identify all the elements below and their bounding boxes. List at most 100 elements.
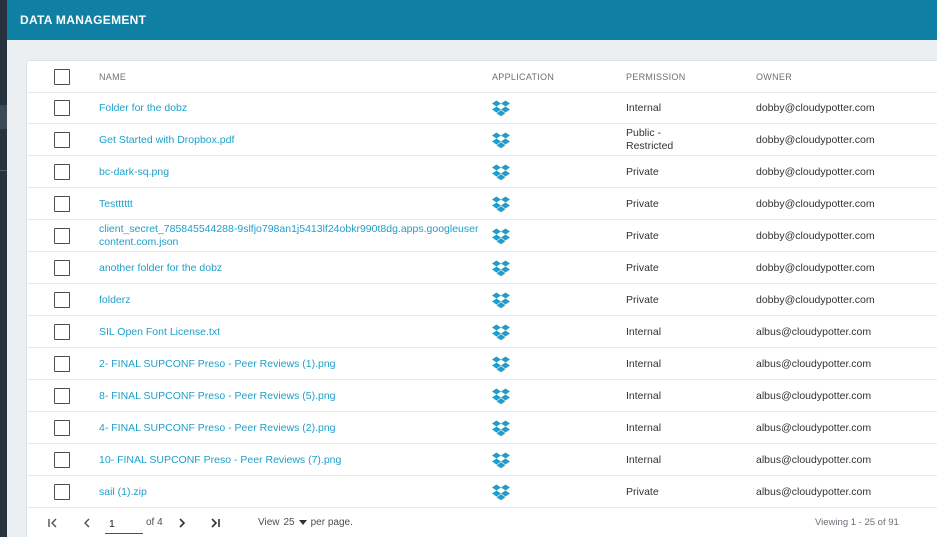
permission-cell: Private xyxy=(626,261,659,274)
owner-cell: albus@cloudypotter.com xyxy=(756,454,872,466)
side-nav-active-mark xyxy=(0,105,7,129)
file-name-link[interactable]: client_secret_785845544288-9slfjo798an1j… xyxy=(99,220,479,252)
application-cell xyxy=(492,92,532,124)
page-title: DATA MANAGEMENT xyxy=(20,13,147,27)
application-cell xyxy=(492,284,532,316)
row-checkbox[interactable] xyxy=(54,164,70,180)
table-row[interactable]: bc-dark-sq.png Private dobby@cloudypotter.… xyxy=(27,156,937,188)
application-cell xyxy=(492,156,532,188)
row-checkbox[interactable] xyxy=(54,452,70,468)
row-checkbox[interactable] xyxy=(54,228,70,244)
page-count-text: of 4 xyxy=(146,517,163,528)
table-row[interactable]: Folder for the dobz Internal dobby@cloudyp… xyxy=(27,92,937,124)
file-name-link[interactable]: folderz xyxy=(99,284,479,316)
application-cell xyxy=(492,380,532,412)
pagination-bar: of 4 View 25 per page. Viewing 1 - 25 of… xyxy=(27,509,937,537)
file-name-link[interactable]: 2- FINAL SUPCONF Preso - Peer Reviews (1… xyxy=(99,348,479,380)
column-header-application[interactable]: APPLICATION xyxy=(492,61,612,93)
permission-cell: Private xyxy=(626,197,659,210)
permission-cell: Internal xyxy=(626,389,662,402)
dropbox-icon xyxy=(492,483,510,501)
dropbox-icon xyxy=(492,355,510,373)
permission-cell: Public - Restricted xyxy=(626,127,674,152)
caret-down-icon xyxy=(298,520,307,525)
prev-page-icon[interactable] xyxy=(80,515,94,531)
file-name-link[interactable]: 10- FINAL SUPCONF Preso - Peer Reviews (… xyxy=(99,444,479,476)
row-checkbox[interactable] xyxy=(54,196,70,212)
owner-cell: dobby@cloudypotter.com xyxy=(756,134,875,146)
row-checkbox[interactable] xyxy=(54,260,70,276)
column-header-owner[interactable]: OWNER xyxy=(756,61,937,93)
table-header-row: NAME APPLICATION PERMISSION OWNER xyxy=(27,61,937,93)
file-name-link[interactable]: sail (1).zip xyxy=(99,476,479,508)
table-row[interactable]: 4- FINAL SUPCONF Preso - Peer Reviews (2… xyxy=(27,412,937,444)
permission-cell: Internal xyxy=(626,357,662,370)
file-name-link[interactable]: Testttttt xyxy=(99,188,479,220)
table-row[interactable]: 10- FINAL SUPCONF Preso - Peer Reviews (… xyxy=(27,444,937,476)
table-row[interactable]: client_secret_785845544288-9slfjo798an1j… xyxy=(27,220,937,252)
owner-cell: albus@cloudypotter.com xyxy=(756,486,872,498)
dropbox-icon xyxy=(492,387,510,405)
data-table-card: NAME APPLICATION PERMISSION OWNER Folder… xyxy=(26,60,937,537)
dropbox-icon xyxy=(492,99,510,117)
owner-cell: dobby@cloudypotter.com xyxy=(756,102,875,114)
application-cell xyxy=(492,316,532,348)
application-cell xyxy=(492,444,532,476)
permission-cell: Private xyxy=(626,165,659,178)
owner-cell: dobby@cloudypotter.com xyxy=(756,262,875,274)
permission-cell: Private xyxy=(626,485,659,498)
row-checkbox[interactable] xyxy=(54,388,70,404)
permission-cell: Private xyxy=(626,293,659,306)
first-page-icon[interactable] xyxy=(46,515,60,531)
dropbox-icon xyxy=(492,259,510,277)
row-checkbox[interactable] xyxy=(54,484,70,500)
row-checkbox[interactable] xyxy=(54,132,70,148)
next-page-icon[interactable] xyxy=(175,515,189,531)
file-name-link[interactable]: 8- FINAL SUPCONF Preso - Peer Reviews (5… xyxy=(99,380,479,412)
application-cell xyxy=(492,476,532,508)
select-all-checkbox[interactable] xyxy=(54,69,70,85)
row-checkbox[interactable] xyxy=(54,100,70,116)
side-nav-divider xyxy=(0,170,7,171)
row-checkbox[interactable] xyxy=(54,292,70,308)
permission-cell: Private xyxy=(626,229,659,242)
table-row[interactable]: Testttttt Private dobby@cloudypotter.com xyxy=(27,188,937,220)
table-row[interactable]: SIL Open Font License.txt Internal albus@c… xyxy=(27,316,937,348)
table-row[interactable]: sail (1).zip Private albus@cloudypotter.co… xyxy=(27,476,937,508)
dropbox-icon xyxy=(492,419,510,437)
table-row[interactable]: 2- FINAL SUPCONF Preso - Peer Reviews (1… xyxy=(27,348,937,380)
table-row[interactable]: another folder for the dobz Private dobby@… xyxy=(27,252,937,284)
table-row[interactable]: Get Started with Dropbox.pdf Public - Res… xyxy=(27,124,937,156)
permission-cell: Internal xyxy=(626,325,662,338)
dropbox-icon xyxy=(492,323,510,341)
viewing-range-text: Viewing 1 - 25 of 91 xyxy=(815,517,899,528)
row-checkbox[interactable] xyxy=(54,324,70,340)
file-name-link[interactable]: Get Started with Dropbox.pdf xyxy=(99,124,479,156)
file-name-link[interactable]: SIL Open Font License.txt xyxy=(99,316,479,348)
row-checkbox[interactable] xyxy=(54,356,70,372)
file-name-link[interactable]: another folder for the dobz xyxy=(99,252,479,284)
owner-cell: albus@cloudypotter.com xyxy=(756,422,872,434)
application-cell xyxy=(492,348,532,380)
per-page-select[interactable]: View 25 per page. xyxy=(258,517,353,528)
owner-cell: albus@cloudypotter.com xyxy=(756,326,872,338)
column-header-permission[interactable]: PERMISSION xyxy=(626,61,706,93)
owner-cell: dobby@cloudypotter.com xyxy=(756,198,875,210)
file-name-link[interactable]: 4- FINAL SUPCONF Preso - Peer Reviews (2… xyxy=(99,412,479,444)
row-checkbox[interactable] xyxy=(54,420,70,436)
dropbox-icon xyxy=(492,451,510,469)
file-name-link[interactable]: bc-dark-sq.png xyxy=(99,156,479,188)
column-header-name[interactable]: NAME xyxy=(99,61,479,93)
page-number-input[interactable] xyxy=(105,514,143,534)
table-row[interactable]: 8- FINAL SUPCONF Preso - Peer Reviews (5… xyxy=(27,380,937,412)
application-cell xyxy=(492,252,532,284)
table-row[interactable]: folderz Private dobby@cloudypotter.com xyxy=(27,284,937,316)
permission-cell: Internal xyxy=(626,453,662,466)
dropbox-icon xyxy=(492,163,510,181)
owner-cell: dobby@cloudypotter.com xyxy=(756,294,875,306)
last-page-icon[interactable] xyxy=(208,515,222,531)
permission-cell: Internal xyxy=(626,101,662,114)
permission-cell: Internal xyxy=(626,421,662,434)
file-name-link[interactable]: Folder for the dobz xyxy=(99,92,479,124)
dropbox-icon xyxy=(492,291,510,309)
